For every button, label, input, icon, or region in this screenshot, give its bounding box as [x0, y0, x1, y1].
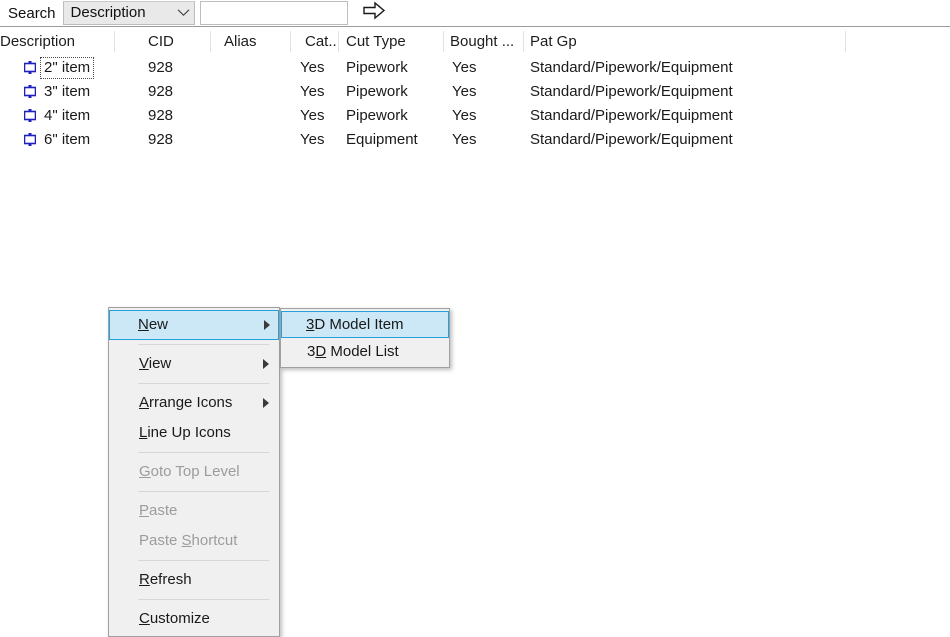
menu-item-goto-top-level: Goto Top Level: [110, 457, 278, 487]
submenu-item-label: 3D Model Item: [306, 316, 404, 333]
menu-separator: [138, 560, 269, 561]
menu-item-label: Paste Shortcut: [139, 532, 238, 549]
cell-cut-type: Equipment: [346, 131, 418, 148]
table-row[interactable]: 3" item 928 Yes Pipework Yes Standard/Pipewor…: [0, 80, 950, 104]
submenu-arrow-icon: [264, 320, 270, 330]
model-item-icon: [23, 85, 37, 98]
column-separator[interactable]: [338, 31, 339, 52]
menu-item-refresh[interactable]: Refresh: [110, 565, 278, 595]
column-header-cut-type[interactable]: Cut Type: [346, 28, 443, 55]
cell-cut-type: Pipework: [346, 107, 408, 124]
menu-item-paste: Paste: [110, 496, 278, 526]
cell-bought: Yes: [452, 131, 477, 148]
menu-separator: [138, 452, 269, 453]
menu-item-label: New: [138, 316, 169, 333]
cell-cat: Yes: [300, 107, 325, 124]
column-header-pat-gp[interactable]: Pat Gp: [530, 28, 845, 55]
menu-item-label: Customize: [139, 610, 210, 627]
menu-separator: [138, 383, 269, 384]
submenu-item-3d-model-list[interactable]: 3D Model List: [282, 338, 448, 365]
context-menu: New View Arrange Icons Line Up Icons Goto To…: [108, 307, 280, 637]
menu-item-label: View: [139, 355, 172, 372]
menu-item-label: Line Up Icons: [139, 424, 231, 441]
cell-description[interactable]: 6" item: [40, 129, 94, 151]
menu-item-label: Arrange Icons: [139, 394, 233, 411]
cell-pat-gp: Standard/Pipework/Equipment: [530, 131, 733, 148]
cell-cid: 928: [148, 83, 174, 100]
menu-item-label: Goto Top Level: [139, 463, 240, 480]
model-item-icon: [23, 61, 37, 74]
column-header-cid[interactable]: CID: [148, 28, 210, 55]
cell-cat: Yes: [300, 59, 325, 76]
column-separator[interactable]: [845, 31, 846, 52]
cell-cut-type: Pipework: [346, 59, 408, 76]
cell-description[interactable]: 2" item: [40, 57, 95, 79]
search-input[interactable]: [199, 0, 348, 25]
cell-description[interactable]: 4" item: [40, 105, 94, 127]
menu-item-view[interactable]: View: [110, 349, 278, 379]
column-separator[interactable]: [523, 31, 524, 52]
column-header-alias[interactable]: Alias: [224, 28, 290, 55]
chevron-down-icon: [174, 8, 194, 17]
cell-pat-gp: Standard/Pipework/Equipment: [530, 107, 733, 124]
arrow-right-icon: [362, 1, 386, 24]
table-row[interactable]: 2" item 928 Yes Pipework Yes Standard/Pipewor…: [0, 56, 950, 80]
column-separator[interactable]: [114, 31, 115, 52]
submenu-item-3d-model-item[interactable]: 3D Model Item: [281, 311, 449, 338]
cell-cut-type: Pipework: [346, 83, 408, 100]
submenu-arrow-icon: [263, 398, 269, 408]
submenu-arrow-icon: [263, 359, 269, 369]
cell-pat-gp: Standard/Pipework/Equipment: [530, 83, 733, 100]
cell-cid: 928: [148, 107, 174, 124]
cell-description[interactable]: 3" item: [40, 81, 94, 103]
cell-pat-gp: Standard/Pipework/Equipment: [530, 59, 733, 76]
cell-cid: 928: [148, 59, 174, 76]
column-separator[interactable]: [290, 31, 291, 52]
cell-bought: Yes: [452, 59, 477, 76]
menu-item-new[interactable]: New: [109, 310, 279, 340]
data-grid: 2" item 928 Yes Pipework Yes Standard/Pipewor…: [0, 56, 950, 166]
model-item-icon: [23, 109, 37, 122]
search-field-dropdown[interactable]: Description: [62, 0, 195, 25]
column-header-cat[interactable]: Cat...: [305, 28, 338, 55]
search-toolbar: Search Description: [0, 0, 950, 27]
model-item-icon: [23, 133, 37, 146]
column-separator[interactable]: [443, 31, 444, 52]
menu-item-customize[interactable]: Customize: [110, 604, 278, 634]
grid-column-headers: Description CID Alias Cat... Cut Type Bought …: [0, 28, 950, 55]
search-label: Search: [8, 4, 56, 22]
cell-bought: Yes: [452, 83, 477, 100]
menu-separator: [138, 491, 269, 492]
menu-item-line-up-icons[interactable]: Line Up Icons: [110, 418, 278, 448]
cell-cid: 928: [148, 131, 174, 148]
menu-item-paste-shortcut: Paste Shortcut: [110, 526, 278, 556]
table-row[interactable]: 4" item 928 Yes Pipework Yes Standard/Pipewor…: [0, 104, 950, 128]
column-header-bought[interactable]: Bought ...: [450, 28, 523, 55]
cell-bought: Yes: [452, 107, 477, 124]
column-separator[interactable]: [210, 31, 211, 52]
search-field-value: Description: [70, 4, 146, 21]
search-go-button[interactable]: [357, 0, 391, 26]
menu-separator: [138, 599, 269, 600]
menu-item-label: Paste: [139, 502, 178, 519]
cell-cat: Yes: [300, 83, 325, 100]
column-header-description[interactable]: Description: [0, 28, 114, 55]
submenu-item-label: 3D Model List: [307, 343, 399, 360]
table-row[interactable]: 6" item 928 Yes Equipment Yes Standard/Pipewo…: [0, 128, 950, 152]
menu-item-label: Refresh: [139, 571, 192, 588]
cell-cat: Yes: [300, 131, 325, 148]
new-submenu: 3D Model Item 3D Model List: [280, 308, 450, 368]
menu-item-arrange-icons[interactable]: Arrange Icons: [110, 388, 278, 418]
menu-separator: [138, 344, 269, 345]
